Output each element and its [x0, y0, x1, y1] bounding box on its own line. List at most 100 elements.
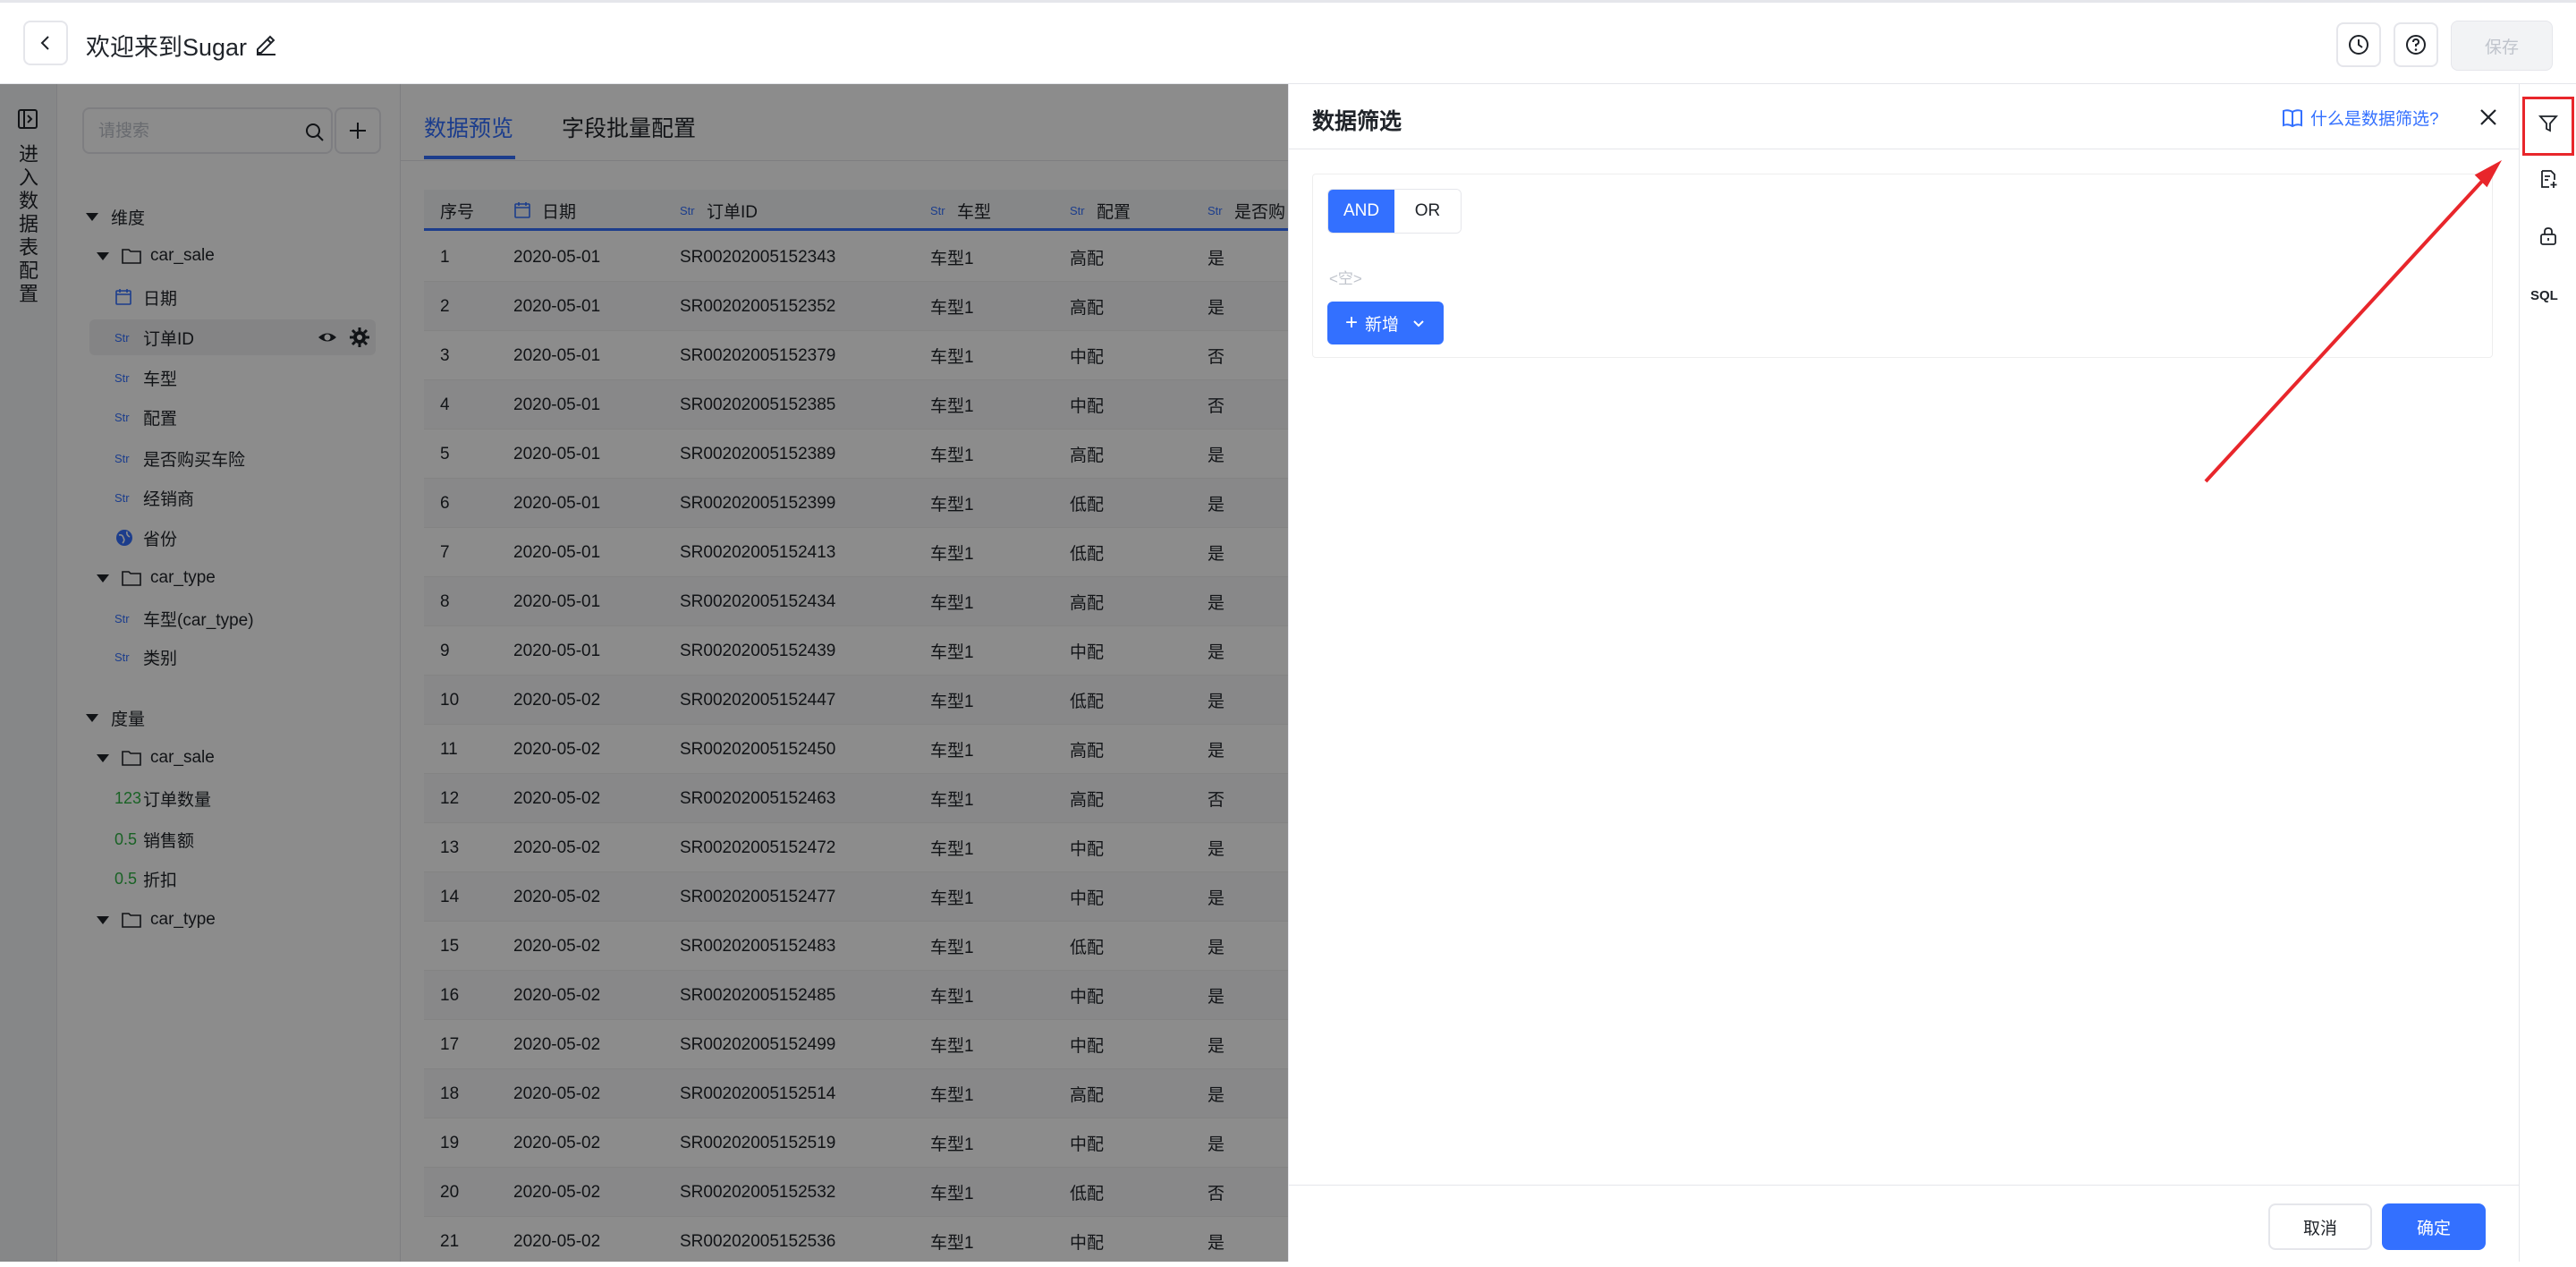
- column-type-tag: Str: [1208, 203, 1223, 217]
- sql-tool-button[interactable]: SQL: [2530, 288, 2558, 303]
- table-cell: 是: [1208, 643, 1225, 662]
- tree-group[interactable]: 维度: [86, 199, 145, 234]
- edit-icon[interactable]: [252, 30, 279, 56]
- caret-down-icon[interactable]: [86, 713, 98, 722]
- add-condition-button[interactable]: + 新增: [1327, 302, 1444, 344]
- tree-folder[interactable]: car_sale: [97, 238, 215, 274]
- save-button[interactable]: 保存: [2451, 21, 2553, 71]
- add-condition-label: 新增: [1365, 315, 1400, 335]
- table-cell: 中配: [1070, 988, 1105, 1007]
- column-header[interactable]: Str 是否购: [1208, 190, 1285, 231]
- what-is-filter-link[interactable]: 什么是数据筛选?: [2282, 106, 2439, 130]
- table-cell: SR00202005152477: [680, 887, 836, 906]
- table-cell: 7: [440, 542, 450, 562]
- table-cell: 车型1: [930, 250, 974, 268]
- expand-panel-icon[interactable]: [16, 107, 39, 131]
- field-type-tag: 0.5: [114, 869, 138, 888]
- table-row: 4 2020-05-01 SR00202005152385 车型1 中配 否: [424, 380, 1288, 429]
- field-search-input[interactable]: [98, 118, 277, 145]
- tree-folder[interactable]: car_type: [97, 560, 216, 596]
- table-cell: 车型1: [930, 1135, 974, 1154]
- table-cell: 2020-05-01: [513, 345, 601, 365]
- table-cell: 6: [440, 493, 450, 513]
- tab-data-preview[interactable]: 数据预览: [424, 111, 513, 143]
- table-cell: SR00202005152450: [680, 739, 836, 759]
- table-cell: 中配: [1070, 643, 1105, 662]
- folder-icon: [122, 751, 141, 766]
- rail-char: 置: [18, 283, 38, 305]
- table-cell: SR00202005152483: [680, 936, 836, 956]
- table-cell: 2020-05-01: [513, 493, 601, 513]
- tree-field[interactable]: 0.5 销售额: [89, 821, 376, 857]
- calc-field-tool-button[interactable]: [2536, 166, 2561, 191]
- tree-field[interactable]: Str 车型(car_type): [89, 600, 376, 636]
- caret-down-icon[interactable]: [97, 753, 109, 762]
- globe-icon: [116, 530, 132, 546]
- table-cell: 车型1: [930, 1234, 974, 1253]
- table-cell: SR00202005152519: [680, 1133, 836, 1152]
- tree-folder[interactable]: car_type: [97, 902, 216, 938]
- table-row: 7 2020-05-01 SR00202005152413 车型1 低配 是: [424, 528, 1288, 577]
- column-header[interactable]: 序号: [440, 190, 474, 231]
- tree-group[interactable]: 度量: [86, 700, 145, 736]
- search-icon[interactable]: [304, 122, 326, 143]
- column-header[interactable]: Str 订单ID: [680, 190, 758, 231]
- tree-field[interactable]: Str 经销商: [89, 480, 376, 515]
- and-button[interactable]: AND: [1328, 190, 1394, 233]
- table-cell: 低配: [1070, 1185, 1105, 1203]
- gear-icon[interactable]: [349, 327, 370, 348]
- back-button[interactable]: [23, 21, 68, 65]
- permission-tool-button[interactable]: [2536, 224, 2561, 249]
- table-row: 17 2020-05-02 SR00202005152499 车型1 中配 是: [424, 1020, 1288, 1069]
- cancel-button[interactable]: 取消: [2268, 1203, 2372, 1250]
- caret-down-icon[interactable]: [97, 574, 109, 582]
- add-field-button[interactable]: [335, 107, 381, 154]
- field-type-tag: Str: [114, 490, 130, 505]
- tree-field[interactable]: 0.5 折扣: [89, 861, 376, 897]
- column-header[interactable]: Str 车型: [930, 190, 991, 231]
- help-link-text[interactable]: 什么是数据筛选?: [2310, 106, 2439, 130]
- help-button[interactable]: [2394, 22, 2438, 67]
- table-cell: 2020-05-01: [513, 296, 601, 316]
- table-cell: SR00202005152385: [680, 395, 836, 414]
- tree-field[interactable]: Str 订单ID: [89, 319, 376, 355]
- table-cell: 11: [440, 739, 458, 759]
- tree-field[interactable]: Str 是否购买车险: [89, 440, 376, 476]
- tree-field[interactable]: 日期: [89, 279, 376, 315]
- tree-field[interactable]: 省份: [89, 520, 376, 556]
- or-button[interactable]: OR: [1394, 190, 1461, 233]
- tree-field[interactable]: Str 配置: [89, 399, 376, 435]
- table-cell: 2: [440, 296, 450, 316]
- tree-folder[interactable]: car_sale: [97, 740, 215, 776]
- column-type-tag: Str: [680, 203, 695, 217]
- plus-icon: [350, 123, 366, 139]
- caret-down-icon[interactable]: [97, 251, 109, 260]
- table-cell: 12: [440, 788, 460, 808]
- table-cell: 2020-05-01: [513, 542, 601, 562]
- history-button[interactable]: [2336, 22, 2381, 67]
- table-cell: 13: [440, 838, 460, 857]
- caret-down-icon[interactable]: [97, 915, 109, 924]
- table-cell: 中配: [1070, 1234, 1105, 1253]
- table-cell: 4: [440, 395, 450, 414]
- eye-icon[interactable]: [317, 327, 338, 348]
- page-title: 欢迎来到Sugar: [86, 34, 248, 61]
- table-cell: 2020-05-02: [513, 838, 601, 857]
- tree-field[interactable]: 123 订单数量: [89, 780, 376, 816]
- tree-field[interactable]: Str 车型: [89, 360, 376, 395]
- tab-field-batch-config[interactable]: 字段批量配置: [562, 111, 696, 143]
- rail-char: 配: [18, 259, 38, 282]
- column-header[interactable]: Str 配置: [1070, 190, 1131, 231]
- column-header[interactable]: 日期: [513, 190, 576, 231]
- table-cell: 车型1: [930, 693, 974, 711]
- close-icon[interactable]: [2475, 104, 2502, 131]
- enter-table-config-label[interactable]: 进入数据表配置: [16, 143, 41, 306]
- chevron-down-icon: [1413, 320, 1424, 327]
- confirm-button[interactable]: 确定: [2382, 1203, 2486, 1250]
- caret-down-icon[interactable]: [86, 212, 98, 221]
- field-search-box[interactable]: [82, 107, 333, 154]
- table-cell: 中配: [1070, 348, 1105, 367]
- tree-label: 车型(car_type): [143, 610, 254, 630]
- table-cell: 是: [1208, 545, 1225, 564]
- tree-field[interactable]: Str 类别: [89, 639, 376, 675]
